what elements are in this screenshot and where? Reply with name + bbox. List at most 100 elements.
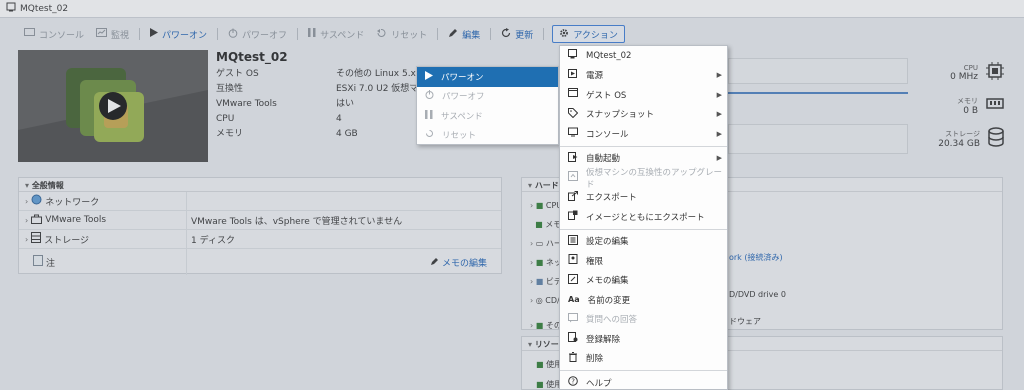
vm-name: MQtest_02 xyxy=(216,50,288,64)
storage-icon xyxy=(31,232,42,246)
collapse-icon: ▾ xyxy=(528,340,533,349)
menu-divider xyxy=(560,228,727,230)
console-button[interactable]: コンソール xyxy=(18,24,90,44)
power-off-button[interactable]: パワーオフ xyxy=(222,24,293,44)
help-icon: ? xyxy=(568,376,578,389)
toolbar: コンソール 監視 パワーオン パワーオフ サスペンド リセット 編集 更新 アク… xyxy=(0,24,1024,44)
power-icon xyxy=(228,28,238,41)
collapse-icon: ▾ xyxy=(528,181,533,190)
actions-menu: MQtest_02 電源 ▶ ゲスト OS ▶ スナップショット ▶ コンソール ▶ 自… xyxy=(559,45,728,390)
menu-item-help[interactable]: ? ヘルプ xyxy=(560,373,727,390)
toolbox-icon xyxy=(31,214,43,227)
pencil-icon xyxy=(448,28,458,41)
vmware-tools-row[interactable]: › VMware Tools VMware Tools は、vSphere で管理… xyxy=(19,211,501,230)
vm-console-thumbnail[interactable] xyxy=(18,50,208,162)
upgrade-icon xyxy=(568,171,578,184)
general-info-header[interactable]: ▾ 全般情報 xyxy=(19,178,501,192)
hardware-row[interactable]: › ■ ビデ xyxy=(530,272,562,291)
memory-graph xyxy=(728,92,908,94)
menu-item-power-on[interactable]: パワーオン xyxy=(417,67,558,87)
pencil-icon xyxy=(430,257,439,269)
hardware-row[interactable]: › ■ その xyxy=(530,316,562,335)
autostart-icon xyxy=(568,151,578,165)
network-row[interactable]: › ネットワーク xyxy=(19,192,501,211)
power-on-button[interactable]: パワーオン xyxy=(144,24,213,44)
network-status-link[interactable]: ork (接続済み) xyxy=(729,252,783,263)
info-row: CPU 4 xyxy=(216,114,342,124)
hardware-row[interactable]: › ◎ CD/ xyxy=(530,291,562,310)
pause-icon xyxy=(308,28,316,40)
reset-button[interactable]: リセット xyxy=(370,24,433,44)
chevron-right-icon: › xyxy=(25,234,29,244)
info-row: ゲスト OS その他の Linux 5.x ( xyxy=(216,69,423,79)
suspend-button[interactable]: サスペンド xyxy=(302,24,370,44)
trash-icon xyxy=(568,351,578,365)
monitor-icon xyxy=(568,127,578,140)
general-info-panel: ▾ 全般情報 › ネットワーク › VMware Tools VMware Tool… xyxy=(18,177,502,275)
menu-divider xyxy=(560,370,727,371)
menu-item-delete[interactable]: 削除 xyxy=(560,349,727,369)
menu-item-answer-question[interactable]: 質問への回答 xyxy=(560,310,727,330)
play-icon xyxy=(150,28,159,40)
cd-drive-text: D/DVD drive 0 xyxy=(729,290,786,299)
submenu-arrow-icon: ▶ xyxy=(716,110,722,119)
collapse-icon: ▾ xyxy=(25,181,30,190)
cpu-chip-icon xyxy=(986,62,1004,83)
menu-item-rename[interactable]: Aa 名前の変更 xyxy=(560,290,727,310)
database-icon xyxy=(988,127,1004,150)
menu-item-power-off[interactable]: パワーオフ xyxy=(417,87,558,107)
submenu-arrow-icon: ▶ xyxy=(716,154,722,163)
tag-icon xyxy=(568,107,579,121)
toolbar-divider xyxy=(437,28,439,40)
power-icon xyxy=(425,90,434,102)
menu-item-guest-os[interactable]: ゲスト OS ▶ xyxy=(560,85,727,105)
menu-item-unregister[interactable]: 登録解除 xyxy=(560,329,727,349)
hardware-row[interactable]: › ■ CPU xyxy=(530,196,562,215)
menu-header-vm: MQtest_02 xyxy=(560,46,727,66)
info-row: メモリ 4 GB xyxy=(216,129,358,139)
menu-item-edit-settings[interactable]: 設定の編集 xyxy=(560,232,727,252)
submenu-arrow-icon: ▶ xyxy=(716,90,722,99)
window-icon xyxy=(568,88,578,101)
export-images-icon xyxy=(568,210,578,223)
storage-graph xyxy=(728,124,908,154)
menu-item-suspend[interactable]: サスペンド xyxy=(417,106,558,126)
rename-icon: Aa xyxy=(568,295,580,305)
question-icon xyxy=(568,312,578,326)
refresh-icon xyxy=(501,27,511,41)
vm-icon xyxy=(568,49,578,62)
export-icon xyxy=(568,190,578,204)
toolbar-divider xyxy=(297,28,299,40)
menu-item-export-with-images[interactable]: イメージとともにエクスポート xyxy=(560,207,727,227)
menu-item-export[interactable]: エクスポート xyxy=(560,188,727,208)
menu-item-snapshot[interactable]: スナップショット ▶ xyxy=(560,105,727,125)
vm-icon xyxy=(6,2,16,15)
info-row: VMware Tools はい xyxy=(216,99,355,109)
refresh-button[interactable]: 更新 xyxy=(495,24,539,44)
network-icon xyxy=(31,194,42,208)
toolbar-divider xyxy=(139,28,141,40)
storage-row[interactable]: › ストレージ 1 ディスク xyxy=(19,230,501,249)
toolbar-divider xyxy=(543,28,545,40)
hardware-row[interactable]: › ■ ネッ xyxy=(530,253,562,272)
reset-icon xyxy=(425,129,434,141)
menu-item-reset[interactable]: リセット xyxy=(417,126,558,146)
vm-info-list: ゲスト OS その他の Linux 5.x ( 互換性 ESXi 7.0 U2 仮想… xyxy=(216,67,422,142)
window-titlebar: MQtest_02 xyxy=(0,0,1024,18)
actions-button[interactable]: アクション xyxy=(552,25,625,43)
menu-item-upgrade-compatibility[interactable]: 仮想マシンの互換性のアップグレード xyxy=(560,168,727,190)
edit-memo-link[interactable]: メモの編集 xyxy=(430,257,487,269)
edit-button[interactable]: 編集 xyxy=(442,24,486,44)
hardware-rows: › ■ CPU ■ メモ › ▭ ハー › ■ ネッ › ■ ビデ › ◎ CD… xyxy=(530,196,562,335)
monitor-button[interactable]: 監視 xyxy=(90,24,135,44)
memory-stat: メモリ 0 B xyxy=(938,89,1004,122)
monitor-icon xyxy=(24,28,35,40)
menu-item-permissions[interactable]: 権限 xyxy=(560,251,727,271)
power-group-icon xyxy=(568,68,578,82)
hardware-row[interactable]: ■ メモ xyxy=(530,215,562,234)
menu-item-power[interactable]: 電源 ▶ xyxy=(560,66,727,86)
menu-item-edit-memo[interactable]: メモの編集 xyxy=(560,271,727,291)
note-icon xyxy=(33,255,43,269)
hardware-row[interactable]: › ▭ ハー xyxy=(530,234,562,253)
menu-item-console[interactable]: コンソール ▶ xyxy=(560,124,727,144)
